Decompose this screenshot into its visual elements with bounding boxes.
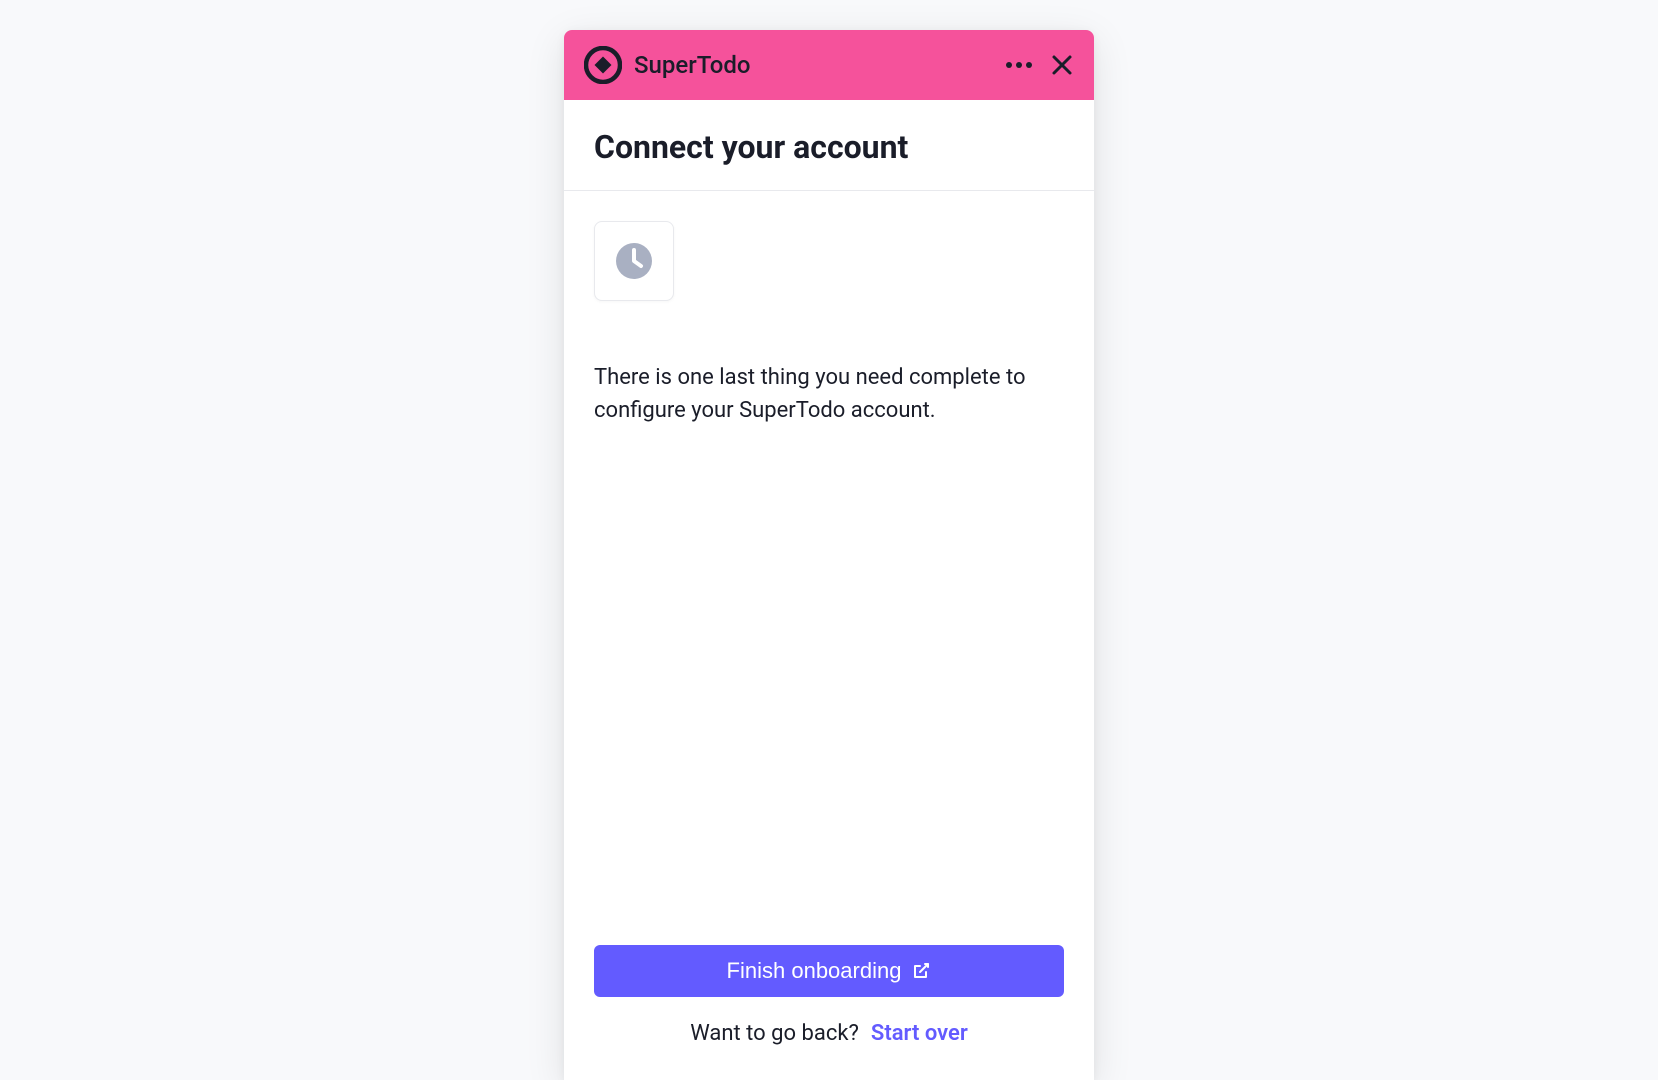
close-icon[interactable] (1050, 53, 1074, 77)
more-icon[interactable] (1006, 62, 1032, 68)
app-name: SuperTodo (634, 51, 994, 79)
footer-row: Want to go back? Start over (594, 997, 1064, 1050)
onboarding-modal: SuperTodo Connect your account (564, 30, 1094, 1080)
modal-header: SuperTodo (564, 30, 1094, 100)
start-over-link[interactable]: Start over (871, 1021, 968, 1046)
content-spacer (594, 427, 1064, 945)
content-section: There is one last thing you need complet… (564, 191, 1094, 1080)
footer-text: Want to go back? (690, 1021, 859, 1046)
primary-button-label: Finish onboarding (727, 958, 902, 984)
header-actions (1006, 53, 1074, 77)
app-logo-icon (584, 46, 622, 84)
page-title: Connect your account (594, 128, 1064, 166)
finish-onboarding-button[interactable]: Finish onboarding (594, 945, 1064, 997)
description-text: There is one last thing you need complet… (594, 361, 1064, 427)
clock-icon (614, 241, 654, 281)
external-link-icon (911, 961, 931, 981)
title-section: Connect your account (564, 100, 1094, 191)
status-icon-box (594, 221, 674, 301)
